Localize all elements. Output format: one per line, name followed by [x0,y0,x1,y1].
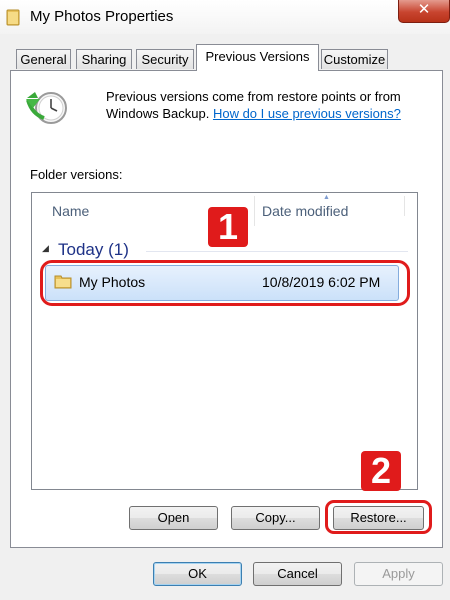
column-divider [404,196,405,216]
column-header-date[interactable]: Date modified [262,203,348,219]
open-button[interactable]: Open [129,506,218,530]
group-header-today[interactable]: Today (1) [58,240,129,260]
title-bar[interactable]: My Photos Properties ✕ [0,0,450,34]
folder-versions-label: Folder versions: [30,167,123,182]
ok-button[interactable]: OK [153,562,242,586]
group-divider [146,251,408,252]
tab-previous-versions[interactable]: Previous Versions [196,44,319,71]
apply-button[interactable]: Apply [354,562,443,586]
restore-highlight-annotation [325,500,432,534]
tab-security[interactable]: Security [136,49,194,69]
info-text-line2: Windows Backup. How do I use previous ve… [106,106,401,121]
tab-customize[interactable]: Customize [321,49,388,69]
folder-icon [6,9,20,26]
copy-button[interactable]: Copy... [231,506,320,530]
cancel-button[interactable]: Cancel [253,562,342,586]
tab-general[interactable]: General [16,49,71,69]
collapse-arrow-icon[interactable]: ◢ [42,243,49,254]
sort-arrow-icon: ▲ [323,194,330,201]
help-link[interactable]: How do I use previous versions? [213,106,401,121]
tab-sharing[interactable]: Sharing [76,49,132,69]
step-badge-1: 1 [208,207,248,247]
close-button[interactable]: ✕ [398,0,450,23]
clock-restore-icon [26,92,67,124]
close-icon: ✕ [417,1,431,18]
window-title: My Photos Properties [30,8,174,25]
row-highlight-annotation [40,260,410,306]
column-divider [254,196,255,226]
column-header-name[interactable]: Name [52,203,89,219]
info-text-line1: Previous versions come from restore poin… [106,89,401,104]
step-badge-2: 2 [361,451,401,491]
